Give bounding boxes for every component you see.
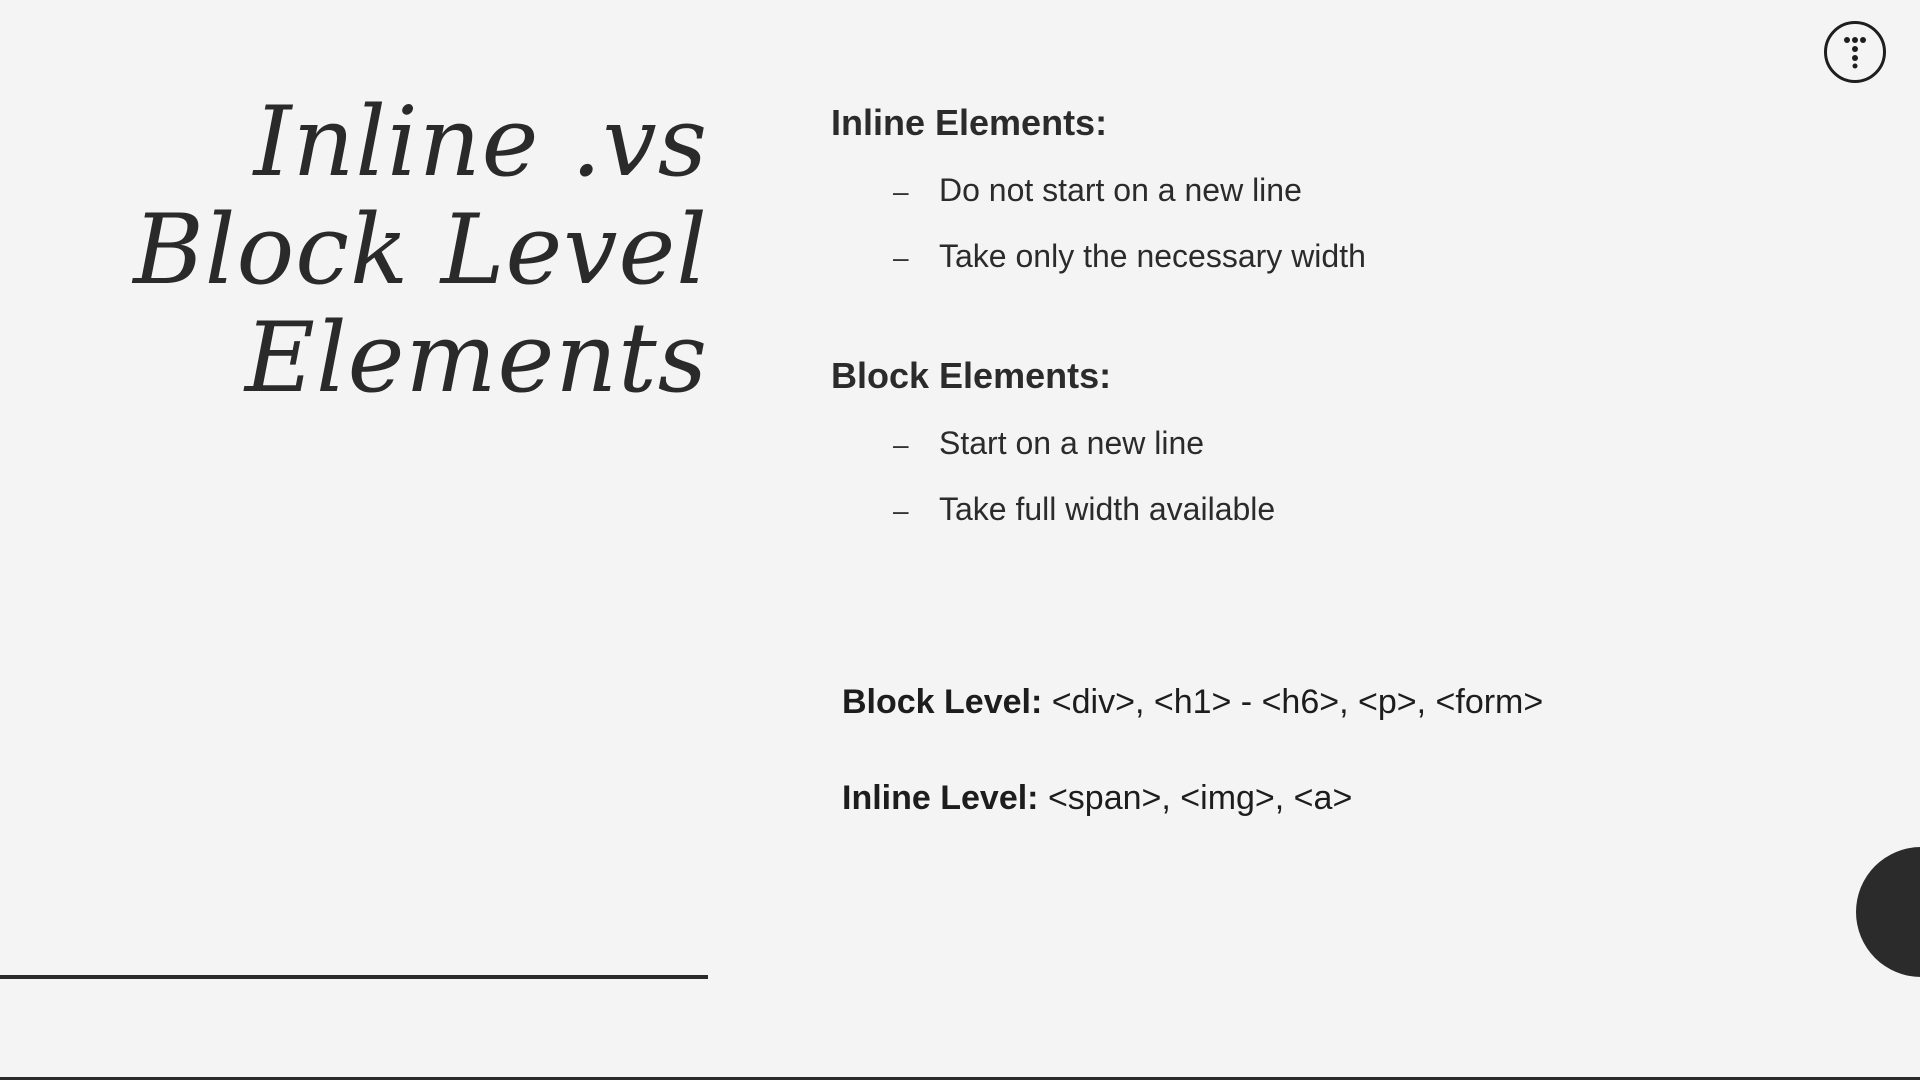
title-underline (0, 975, 708, 979)
list-item: – Start on a new line (893, 425, 1275, 491)
title-line-2: Block Level (133, 194, 708, 306)
inline-elements-list: – Do not start on a new line – Take only… (893, 172, 1366, 304)
dash-bullet: – (893, 429, 909, 460)
corner-menu-button[interactable] (1824, 21, 1886, 83)
list-item-text: Take full width available (939, 491, 1276, 527)
list-item-text: Take only the necessary width (939, 238, 1366, 274)
list-item-text: Start on a new line (939, 425, 1205, 461)
inline-level-examples: Inline Level: <span>, <img>, <a> (842, 779, 1352, 818)
block-elements-list: – Start on a new line – Take full width … (893, 425, 1275, 557)
title-line-1: Inline .vs (253, 86, 708, 198)
menu-dots-icon (1844, 37, 1866, 69)
dash-bullet: – (893, 242, 909, 273)
dash-bullet: – (893, 176, 909, 207)
dash-bullet: – (893, 495, 909, 526)
list-item-text: Do not start on a new line (939, 172, 1302, 208)
inline-elements-heading: Inline Elements: (831, 102, 1108, 143)
decorative-dark-circle (1856, 847, 1920, 977)
list-item: – Do not start on a new line (893, 172, 1366, 238)
block-level-tags: <div>, <h1> - <h6>, <p>, <form> (1051, 683, 1544, 721)
slide-title: Inline .vs Block Level Elements (120, 88, 708, 412)
inline-level-label: Inline Level: (842, 779, 1039, 817)
inline-level-tags: <span>, <img>, <a> (1047, 779, 1353, 817)
list-item: – Take full width available (893, 491, 1275, 557)
title-line-3: Elements (244, 302, 708, 414)
block-level-examples: Block Level: <div>, <h1> - <h6>, <p>, <f… (842, 683, 1543, 722)
list-item: – Take only the necessary width (893, 238, 1366, 304)
block-elements-heading: Block Elements: (831, 355, 1112, 396)
block-level-label: Block Level: (842, 683, 1043, 721)
